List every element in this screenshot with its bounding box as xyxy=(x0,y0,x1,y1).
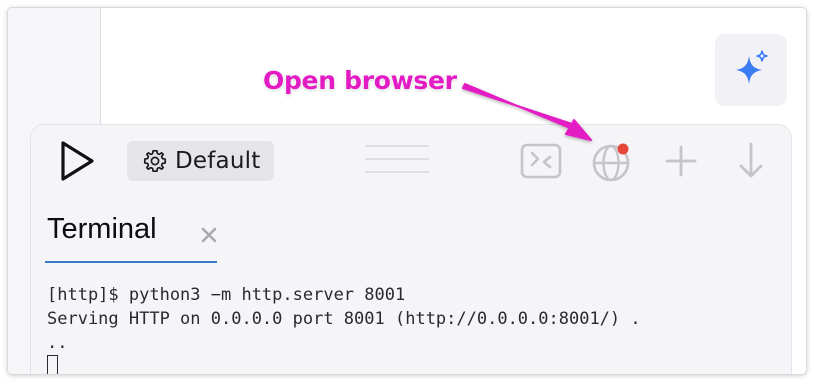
annotation-label: Open browser xyxy=(263,66,457,95)
minimize-panel-button[interactable] xyxy=(727,139,775,183)
ai-assistant-button[interactable] xyxy=(715,34,787,106)
terminal-output[interactable]: [http]$ python3 −m http.server 8001 Servi… xyxy=(47,283,777,374)
sparkle-icon xyxy=(736,50,768,84)
tab-terminal[interactable]: Terminal xyxy=(45,207,217,263)
terminal-cursor xyxy=(47,355,58,374)
globe-icon xyxy=(592,143,630,182)
new-terminal-button[interactable] xyxy=(657,139,705,183)
tab-label: Terminal xyxy=(47,213,157,245)
open-browser-button[interactable] xyxy=(587,139,635,183)
run-button[interactable] xyxy=(55,139,99,183)
play-icon xyxy=(61,141,94,181)
arrow-down-icon xyxy=(739,142,763,178)
toggle-terminal-button[interactable] xyxy=(517,139,565,183)
drag-handle-line xyxy=(365,158,429,160)
terminal-toggle-icon xyxy=(520,143,562,179)
terminal-line: [http]$ python3 −m http.server 8001 xyxy=(47,285,406,305)
terminal-cursor-line xyxy=(47,355,777,374)
tab-close-button[interactable] xyxy=(197,223,221,247)
drag-handle-line xyxy=(365,145,429,147)
close-icon xyxy=(201,227,217,243)
drag-handle-line xyxy=(365,171,429,173)
app-window: Default Terminal [http]$ python3 −m http… xyxy=(8,8,806,374)
gear-icon xyxy=(143,149,167,173)
plus-icon xyxy=(665,145,697,177)
drag-handle[interactable] xyxy=(365,145,429,173)
run-config-selector[interactable]: Default xyxy=(127,141,275,181)
terminal-line: Serving HTTP on 0.0.0.0 port 8001 (http:… xyxy=(47,309,641,329)
run-config-label: Default xyxy=(175,148,261,174)
terminal-line: .. xyxy=(47,333,68,353)
terminal-panel: Default Terminal [http]$ python3 −m http… xyxy=(30,124,792,374)
